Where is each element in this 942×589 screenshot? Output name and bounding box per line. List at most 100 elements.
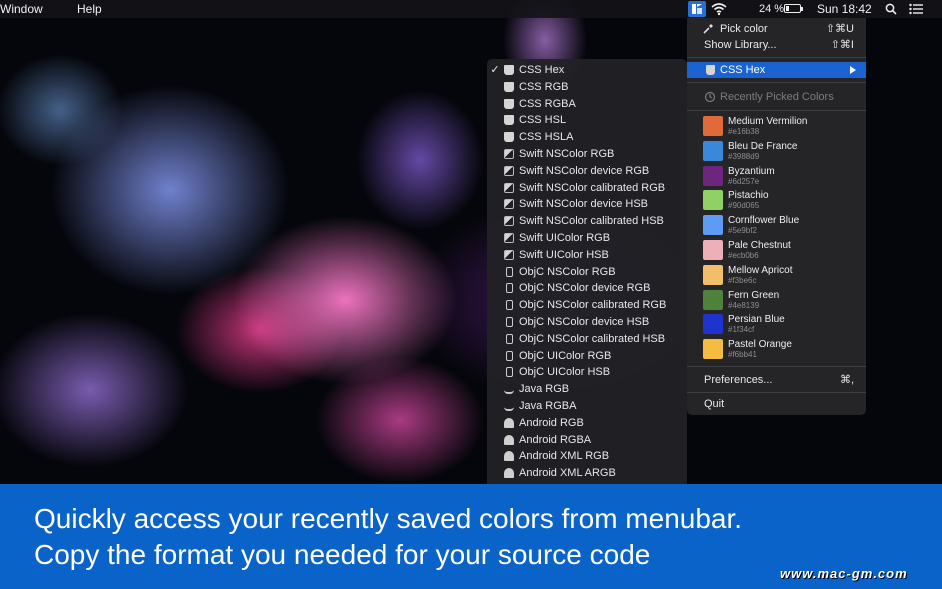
color-swatch	[703, 165, 723, 186]
color-hex: #ecb0b6	[728, 251, 759, 260]
format-option[interactable]: Java RGBA	[487, 398, 687, 414]
format-option-label: ObjC NSColor RGB	[519, 265, 616, 278]
wifi-icon[interactable]	[711, 2, 727, 16]
format-option[interactable]: ObjC NSColor device RGB	[487, 280, 687, 296]
format-option[interactable]: CSS RGBA	[487, 96, 687, 112]
format-option[interactable]: Swift NSColor device RGB	[487, 163, 687, 179]
format-option[interactable]: Java RGB	[487, 381, 687, 397]
preferences-shortcut: ⌘,	[839, 374, 854, 386]
format-option[interactable]: Swift NSColor calibrated HSB	[487, 213, 687, 229]
objc-icon	[506, 333, 513, 344]
format-option[interactable]: Android XML ARGB	[487, 465, 687, 481]
separator	[687, 57, 866, 58]
format-option[interactable]: Swift NSColor calibrated RGB	[487, 180, 687, 196]
recent-color-item[interactable]: Pistachio #90d065	[703, 190, 863, 215]
color-swatch	[703, 215, 723, 236]
list-icon[interactable]	[909, 3, 923, 15]
pick-color-label: Pick color	[720, 23, 768, 35]
menu-window[interactable]: Window	[0, 2, 43, 16]
format-option[interactable]: ObjC UIColor RGB	[487, 348, 687, 364]
format-label: CSS Hex	[720, 64, 766, 76]
java-icon	[504, 401, 514, 411]
css-icon	[504, 65, 514, 75]
color-name: Cornflower Blue	[728, 215, 800, 227]
format-option[interactable]: CSS RGB	[487, 79, 687, 95]
objc-icon	[506, 266, 513, 277]
recent-color-item[interactable]: Persian Blue #1f34cf	[703, 314, 863, 339]
css-icon	[504, 115, 514, 126]
color-name: Fern Green	[728, 289, 780, 301]
checkmark-icon: ✓	[490, 64, 500, 76]
format-option[interactable]: ✓ CSS Hex	[487, 62, 687, 78]
format-option-label: Android XML ARGB	[519, 467, 616, 480]
format-option[interactable]: ObjC UIColor HSB	[487, 364, 687, 380]
objc-icon	[506, 350, 513, 361]
format-option[interactable]: Swift NSColor device HSB	[487, 196, 687, 212]
format-option[interactable]: CSS HSL	[487, 112, 687, 128]
swift-icon	[504, 233, 514, 243]
color-swatch	[703, 190, 723, 211]
show-library-item[interactable]: Show Library... ⇧⌘I	[687, 37, 866, 53]
recent-color-item[interactable]: Fern Green #4e8139	[703, 289, 863, 315]
format-option-label: CSS Hex	[519, 64, 565, 76]
android-icon	[504, 451, 514, 462]
format-option[interactable]: ObjC NSColor device HSB	[487, 314, 687, 330]
swift-icon	[504, 149, 514, 159]
java-icon	[504, 384, 514, 395]
format-option[interactable]: Swift UIColor HSB	[487, 247, 687, 263]
submenu-arrow-icon	[850, 66, 856, 74]
banner-headline: Quickly access your recently saved color…	[34, 503, 743, 534]
format-option[interactable]: ObjC NSColor RGB	[487, 264, 687, 280]
recent-color-item[interactable]: Cornflower Blue #5e9bf2	[703, 215, 863, 240]
history-icon	[704, 91, 716, 103]
menubar-clock[interactable]: Sun 18:42	[817, 2, 872, 16]
format-option[interactable]: ObjC NSColor calibrated RGB	[487, 297, 687, 313]
objc-icon	[506, 283, 513, 294]
app-menu: Pick color ⇧⌘U Show Library... ⇧⌘I CSS H…	[687, 18, 866, 415]
format-option-label: CSS HSLA	[519, 131, 574, 144]
format-option-label: Swift NSColor device RGB	[519, 164, 650, 177]
format-option[interactable]: CSS HSLA	[487, 129, 687, 145]
format-option[interactable]: Android XML RGB	[487, 448, 687, 464]
format-option[interactable]: ObjC NSColor calibrated HSB	[487, 331, 687, 347]
color-swatch	[703, 264, 723, 285]
format-menu-item[interactable]: CSS Hex	[687, 62, 866, 78]
recent-color-item[interactable]: Pale Chestnut #ecb0b6	[703, 240, 863, 265]
color-picker-app-icon[interactable]	[688, 1, 706, 17]
quit-item[interactable]: Quit	[687, 396, 866, 412]
separator	[687, 110, 866, 111]
color-name: Pistachio	[728, 190, 769, 202]
swift-icon	[504, 182, 514, 193]
format-submenu: ✓ CSS Hex CSS RGB CSS RGBA CSS HSL CSS HSLA Sw…	[487, 59, 687, 513]
menubar: Window Help 24 % Sun 18:42	[0, 0, 942, 18]
pick-color-item[interactable]: Pick color ⇧⌘U	[687, 21, 866, 37]
recent-color-item[interactable]: Pastel Orange #f6bb41	[703, 339, 863, 364]
recent-color-item[interactable]: Bleu De France #3988d9	[703, 140, 863, 166]
format-option-label: Swift UIColor RGB	[519, 232, 611, 244]
color-name: Byzantium	[728, 165, 775, 177]
recent-color-item[interactable]: Byzantium #6d257e	[703, 165, 863, 191]
format-option-label: ObjC NSColor device RGB	[519, 282, 651, 295]
format-option[interactable]: Android RGBA	[487, 432, 687, 448]
search-icon[interactable]	[885, 3, 897, 15]
format-option-label: Swift NSColor calibrated HSB	[519, 215, 664, 228]
menu-help[interactable]: Help	[77, 2, 102, 16]
recent-color-item[interactable]: Medium Vermilion #e16b38	[703, 116, 863, 141]
swift-icon	[504, 216, 514, 227]
battery-level	[786, 6, 789, 11]
format-option-label: ObjC UIColor HSB	[519, 366, 611, 379]
format-option-label: CSS RGBA	[519, 97, 576, 110]
format-option[interactable]: Android RGB	[487, 415, 687, 431]
format-option[interactable]: Swift UIColor RGB	[487, 230, 687, 246]
battery-icon[interactable]	[784, 4, 803, 13]
battery-percent: 24 %	[759, 3, 785, 15]
banner-subline: Copy the format you needed for your sour…	[34, 539, 651, 570]
color-hex: #90d065	[728, 201, 760, 211]
recent-color-item[interactable]: Mellow Apricot #f3be6c	[703, 264, 863, 290]
format-option[interactable]: Swift NSColor RGB	[487, 146, 687, 162]
separator	[687, 392, 866, 393]
quit-label: Quit	[704, 398, 725, 410]
show-library-shortcut: ⇧⌘I	[830, 39, 854, 51]
recent-colors-label: Recently Picked Colors	[720, 91, 834, 103]
preferences-item[interactable]: Preferences... ⌘,	[687, 372, 866, 388]
